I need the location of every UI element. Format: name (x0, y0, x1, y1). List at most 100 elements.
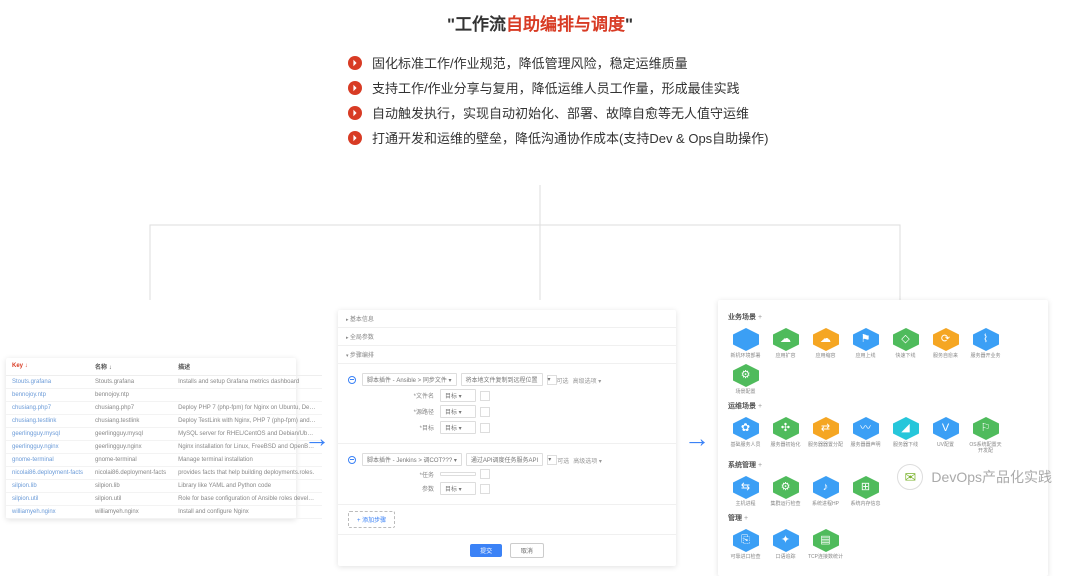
scenario-item[interactable]: ✿基础服务人员 (728, 417, 763, 454)
add-icon[interactable] (480, 423, 490, 433)
feature-bullets: 固化标准工作/作业规范，降低管理风险，稳定运维质量 支持工作/作业分享与复用，降… (348, 53, 1080, 147)
scenario-item[interactable]: ⇆主机进程 (728, 476, 763, 507)
hexagon-icon: ⚑ (853, 328, 879, 351)
hexagon-icon: ☁ (813, 328, 839, 351)
scenario-item[interactable]: ⚑应用上线 (848, 328, 883, 359)
col-desc[interactable]: 描述 (172, 358, 322, 376)
flow-arrow-icon: → (304, 423, 330, 454)
chevron-right-icon (348, 56, 362, 70)
scenario-item[interactable]: ♪系统进程HP (808, 476, 843, 507)
hexagon-icon: ▤ (813, 529, 839, 552)
scenario-item[interactable]: ✦口语追踪 (768, 529, 803, 560)
bullet-item: 固化标准工作/作业规范，降低管理风险，稳定运维质量 (348, 53, 1080, 72)
add-icon[interactable] (480, 484, 490, 494)
submit-button[interactable]: 提交 (470, 544, 502, 557)
add-icon[interactable] (480, 469, 490, 479)
scenario-item[interactable]: ☁应用缩容 (808, 328, 843, 359)
scenario-item[interactable]: ▤TCP连接数统计 (808, 529, 843, 560)
scenario-item[interactable]: ⎘可靠进口检查 (728, 529, 763, 560)
step-block-1: 脚本插件 - Ansible > 同步文件 ▾ 将本地文件复制到远程位置 ▾ 可… (338, 364, 676, 444)
tab-steps[interactable]: 步骤编排 (338, 346, 676, 364)
option-select[interactable]: ▾ (547, 455, 557, 465)
table-row[interactable]: silpion.utilsilpion.utilRole for base co… (6, 492, 322, 505)
hexagon-icon: ⎘ (733, 529, 759, 552)
value-select[interactable]: 目标 ▾ (440, 482, 476, 495)
scenario-item[interactable]: ⇄服务器器置分配 (808, 417, 843, 454)
scenario-item[interactable]: ⟳服务自愈来 (928, 328, 963, 359)
value-select[interactable]: 目标 ▾ (440, 405, 476, 418)
table-row[interactable]: Stouts.grafanaStouts.grafanaInstalls and… (6, 375, 322, 388)
col-key[interactable]: Key ↓ (6, 358, 89, 376)
scenario-item[interactable]: ◢服务器下线 (888, 417, 923, 454)
ansible-roles-table: Key ↓ 名称 ↓ 描述 Stouts.grafanaStouts.grafa… (6, 358, 296, 519)
plugin-select[interactable]: 脚本插件 - Jenkins > 调COT??? ▾ (362, 453, 462, 466)
hexagon-icon: ⌇ (973, 328, 999, 351)
hexagon-icon: ⚐ (973, 417, 999, 440)
flow-arrow-icon: → (684, 423, 710, 454)
hexagon-icon (733, 328, 759, 351)
option-select[interactable]: ▾ (547, 375, 557, 385)
table-row[interactable]: chusiang.php7chusiang.php7Deploy PHP 7 (… (6, 401, 322, 414)
hexagon-icon: ⇆ (733, 476, 759, 499)
table-row[interactable]: williamyeh.nginxwilliamyeh.nginxInstall … (6, 505, 322, 518)
hexagon-icon: ⚙ (733, 364, 759, 387)
table-row[interactable]: geerlingguy.mysqlgeerlingguy.mysqlMySQL … (6, 427, 322, 440)
scenario-item[interactable]: 新机环境部署 (728, 328, 763, 359)
chevron-right-icon (348, 131, 362, 145)
wechat-watermark: ✉ DevOps产品化实践 (897, 464, 1052, 490)
add-icon[interactable] (480, 391, 490, 401)
col-name[interactable]: 名称 ↓ (89, 358, 172, 376)
hexagon-icon: ◇ (893, 328, 919, 351)
table-row[interactable]: silpion.libsilpion.libLibrary like YAML … (6, 479, 322, 492)
action-select[interactable]: 通过API调度任务服务API (466, 453, 543, 466)
hexagon-icon: ⇄ (813, 417, 839, 440)
table-row[interactable]: gnome-terminalgnome-terminalManage termi… (6, 453, 322, 466)
advanced-link[interactable]: 高级选项 ▾ (573, 376, 602, 385)
section-header: 管理 (728, 513, 1038, 523)
hexagon-icon: ✣ (773, 417, 799, 440)
add-icon[interactable] (480, 407, 490, 417)
scenario-item[interactable]: ⚙场景配置 (728, 364, 763, 395)
action-select[interactable]: 将本地文件复制到远程位置 (461, 373, 543, 386)
page-title: "工作流自助编排与调度" (0, 0, 1080, 47)
scenario-item[interactable]: ⚐OS系统配置天开发配 (968, 417, 1003, 454)
scenario-item[interactable]: ☁应用扩容 (768, 328, 803, 359)
tab-basic[interactable]: 基本信息 (338, 310, 676, 328)
plugin-select[interactable]: 脚本插件 - Ansible > 同步文件 ▾ (362, 373, 457, 386)
collapse-icon[interactable] (348, 456, 356, 464)
add-step-button[interactable]: + 添加步骤 (348, 511, 395, 528)
hexagon-icon: ✦ (773, 529, 799, 552)
value-select[interactable]: 目标 ▾ (440, 421, 476, 434)
scenario-item[interactable]: ⌇服务器开业务 (968, 328, 1003, 359)
hexagon-icon: ⊞ (853, 476, 879, 499)
scenario-item[interactable]: ⚙集群运行检查 (768, 476, 803, 507)
section-header: 业务场景 (728, 312, 1038, 322)
tab-params[interactable]: 全局参数 (338, 328, 676, 346)
collapse-icon[interactable] (348, 376, 356, 384)
connector-lines (0, 185, 1080, 305)
hexagon-icon: V (933, 417, 959, 440)
cancel-button[interactable]: 取消 (510, 543, 544, 558)
hexagon-icon: ✿ (733, 417, 759, 440)
table-row[interactable]: nicolai86.deployment-factsnicolai86.depl… (6, 466, 322, 479)
scenario-item[interactable]: 〰服务器器声明 (848, 417, 883, 454)
step-block-2: 脚本插件 - Jenkins > 调COT??? ▾ 通过API调度任务服务AP… (338, 444, 676, 505)
scenario-item[interactable]: VUV配置 (928, 417, 963, 454)
value-select[interactable]: 目标 ▾ (440, 389, 476, 402)
hexagon-icon: ⚙ (773, 476, 799, 499)
chevron-right-icon (348, 81, 362, 95)
scenario-item[interactable]: ◇快速下线 (888, 328, 923, 359)
scenario-item[interactable]: ✣服务器初始化 (768, 417, 803, 454)
bullet-item: 自动触发执行，实现自动初始化、部署、故障自愈等无人值守运维 (348, 103, 1080, 122)
scenarios-grid: 业务场景新机环境部署☁应用扩容☁应用缩容⚑应用上线◇快速下线⟳服务自愈来⌇服务器… (718, 300, 1048, 576)
table-row[interactable]: bennojoy.ntpbennojoy.ntp (6, 388, 322, 401)
hexagon-icon: 〰 (853, 417, 879, 440)
hexagon-icon: ☁ (773, 328, 799, 351)
table-row[interactable]: chusiang.testlinkchusiang.testlinkDeploy… (6, 414, 322, 427)
scenario-item[interactable]: ⊞系统内存信息 (848, 476, 883, 507)
hexagon-icon: ◢ (893, 417, 919, 440)
table-row[interactable]: geerlingguy.nginxgeerlingguy.nginxNginx … (6, 440, 322, 453)
value-select[interactable] (440, 472, 476, 476)
hexagon-icon: ♪ (813, 476, 839, 499)
advanced-link[interactable]: 高级选项 ▾ (573, 456, 602, 465)
